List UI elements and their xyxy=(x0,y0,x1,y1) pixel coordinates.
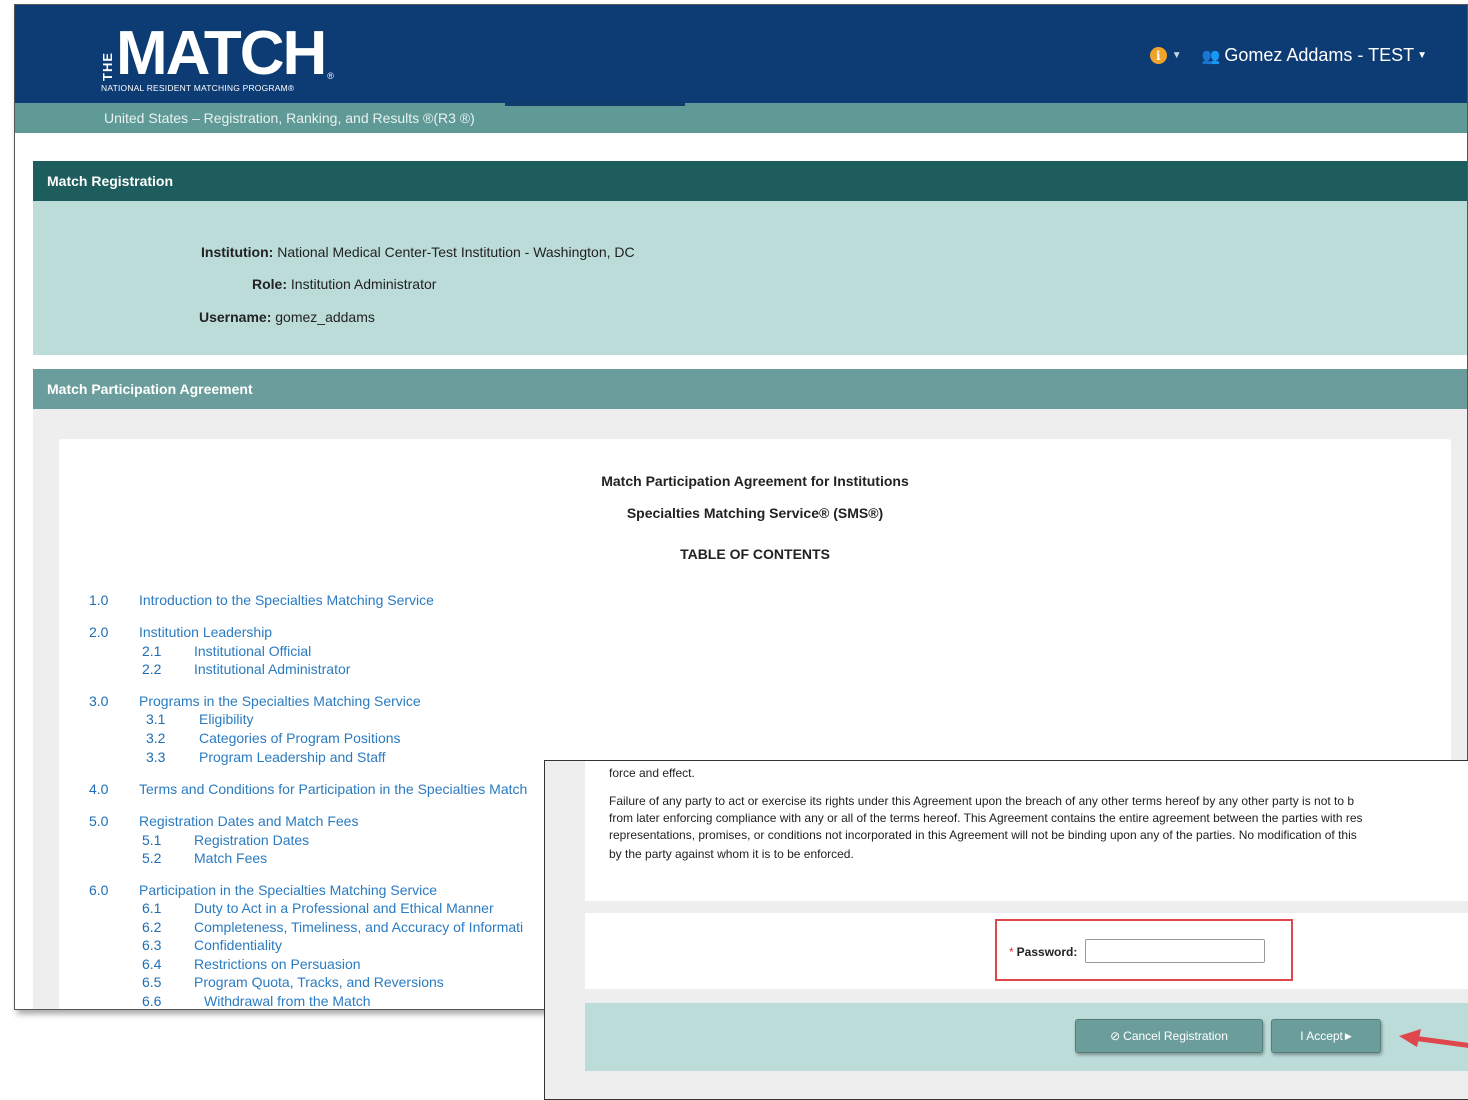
registration-info-panel: Institution: National Medical Center-Tes… xyxy=(33,201,1467,355)
password-highlight-box: * Password: xyxy=(995,919,1293,981)
agreement-text-line: from later enforcing compliance with any… xyxy=(609,811,1363,825)
match-logo[interactable]: THE MATCH ® NATIONAL RESIDENT MATCHING P… xyxy=(100,19,334,94)
toc-number: 4.0 xyxy=(89,781,109,797)
toc-link[interactable]: Match Fees xyxy=(194,850,267,866)
toc-number: 3.1 xyxy=(146,711,166,727)
toc-link[interactable]: Program Leadership and Staff xyxy=(199,749,386,765)
toc-number: 6.0 xyxy=(89,882,109,898)
role-value: Institution Administrator xyxy=(290,276,437,292)
toc-number: 5.0 xyxy=(89,813,109,829)
agreement-subtitle: Specialties Matching Service® (SMS®) xyxy=(626,505,884,521)
user-menu[interactable]: Gomez Addams - TEST xyxy=(1224,45,1414,66)
toc-number: 2.0 xyxy=(89,624,109,640)
toc-link[interactable]: Duty to Act in a Professional and Ethica… xyxy=(194,900,494,916)
info-menu-caret-icon[interactable]: ▼ xyxy=(1172,50,1182,61)
password-label-text: Password: xyxy=(1016,945,1078,959)
username-label: Username: xyxy=(199,309,272,325)
toc-number: 5.1 xyxy=(142,832,162,848)
toc-link[interactable]: Eligibility xyxy=(199,711,253,727)
institution-label: Institution: xyxy=(201,244,274,260)
toc-number: 3.2 xyxy=(146,730,166,746)
accept-button-label: I Accept xyxy=(1300,1029,1343,1043)
action-bar: ⊘ Cancel Registration I Accept ▶ xyxy=(585,1003,1468,1071)
institution-value: National Medical Center-Test Institution… xyxy=(277,244,635,260)
toc-number: 1.0 xyxy=(89,592,109,608)
password-label: * Password: xyxy=(1009,945,1077,959)
password-input[interactable] xyxy=(1085,939,1265,963)
toc-link[interactable]: Participation in the Specialties Matchin… xyxy=(139,882,437,898)
user-icon: 👥 xyxy=(1201,47,1221,65)
logo-registered-mark: ® xyxy=(327,71,334,81)
agreement-text-card: force and effect. Failure of any party t… xyxy=(585,761,1468,901)
institution-row: Institution: National Medical Center-Tes… xyxy=(201,244,635,260)
toc-link[interactable]: Completeness, Timeliness, and Accuracy o… xyxy=(194,919,523,935)
toc-number: 6.3 xyxy=(142,937,162,953)
toc-link[interactable]: Institution Leadership xyxy=(139,624,272,640)
toc-number: 2.2 xyxy=(142,661,162,677)
caret-right-icon: ▶ xyxy=(1344,1030,1352,1041)
toc-link[interactable]: Registration Dates and Match Fees xyxy=(139,813,358,829)
password-card: * Password: xyxy=(585,913,1468,989)
pointer-arrow-icon xyxy=(1399,1029,1468,1048)
agreement-text-line: by the party against whom it is to be en… xyxy=(609,847,854,861)
agreement-title: Match Participation Agreement for Instit… xyxy=(601,473,909,489)
toc-heading: TABLE OF CONTENTS xyxy=(680,546,830,562)
toc-link[interactable]: Withdrawal from the Match xyxy=(204,993,371,1009)
toc-number: 5.2 xyxy=(142,850,162,866)
toc-number: 6.5 xyxy=(142,974,162,990)
toc-number: 3.3 xyxy=(146,749,166,765)
toc-link[interactable]: Programs in the Specialties Matching Ser… xyxy=(139,693,421,709)
toc-number: 3.0 xyxy=(89,693,109,709)
toc-number: 6.1 xyxy=(142,900,162,916)
toc-link[interactable]: Restrictions on Persuasion xyxy=(194,956,361,972)
toc-link[interactable]: Institutional Official xyxy=(194,643,311,659)
i-accept-button[interactable]: I Accept ▶ xyxy=(1271,1019,1381,1053)
role-row: Role: Institution Administrator xyxy=(252,276,436,292)
logo-match: MATCH xyxy=(116,19,327,88)
user-menu-caret-icon[interactable]: ▼ xyxy=(1417,50,1427,61)
username-row: Username: gomez_addams xyxy=(199,309,375,325)
agreement-text-line: force and effect. xyxy=(609,766,695,780)
info-circle-icon[interactable]: i xyxy=(1149,47,1167,64)
username-value: gomez_addams xyxy=(275,309,375,325)
agreement-text-line: representations, promises, or conditions… xyxy=(609,828,1357,842)
section-title-registration: Match Registration xyxy=(33,161,1467,201)
toc-link[interactable]: Registration Dates xyxy=(194,832,309,848)
agreement-text-line: Failure of any party to act or exercise … xyxy=(609,794,1355,808)
section-title-agreement: Match Participation Agreement xyxy=(33,369,1467,409)
toc-number: 2.1 xyxy=(142,643,162,659)
toc-link[interactable]: Categories of Program Positions xyxy=(199,730,401,746)
toc-link[interactable]: Terms and Conditions for Participation i… xyxy=(139,781,527,797)
toc-number: 6.6 xyxy=(142,993,162,1009)
toc-number: 6.4 xyxy=(142,956,162,972)
toc-link[interactable]: Confidentiality xyxy=(194,937,282,953)
logo-the: THE xyxy=(100,52,115,81)
toc-link[interactable]: Introduction to the Specialties Matching… xyxy=(139,592,434,608)
cancel-registration-button[interactable]: ⊘ Cancel Registration xyxy=(1075,1019,1263,1053)
toc-link[interactable]: Institutional Administrator xyxy=(194,661,350,677)
cancel-button-label: Cancel Registration xyxy=(1123,1029,1228,1043)
app-header: THE MATCH ® NATIONAL RESIDENT MATCHING P… xyxy=(15,5,1467,103)
ban-icon: ⊘ xyxy=(1110,1029,1121,1043)
role-label: Role: xyxy=(252,276,287,292)
required-marker: * xyxy=(1009,945,1014,959)
toc-number: 6.2 xyxy=(142,919,162,935)
breadcrumb: United States – Registration, Ranking, a… xyxy=(104,110,475,126)
toc-link[interactable]: Program Quota, Tracks, and Reversions xyxy=(194,974,444,990)
subbar-divider xyxy=(505,103,685,106)
sub-header-bar: United States – Registration, Ranking, a… xyxy=(15,103,1467,133)
agreement-signature-window: force and effect. Failure of any party t… xyxy=(544,760,1468,1100)
